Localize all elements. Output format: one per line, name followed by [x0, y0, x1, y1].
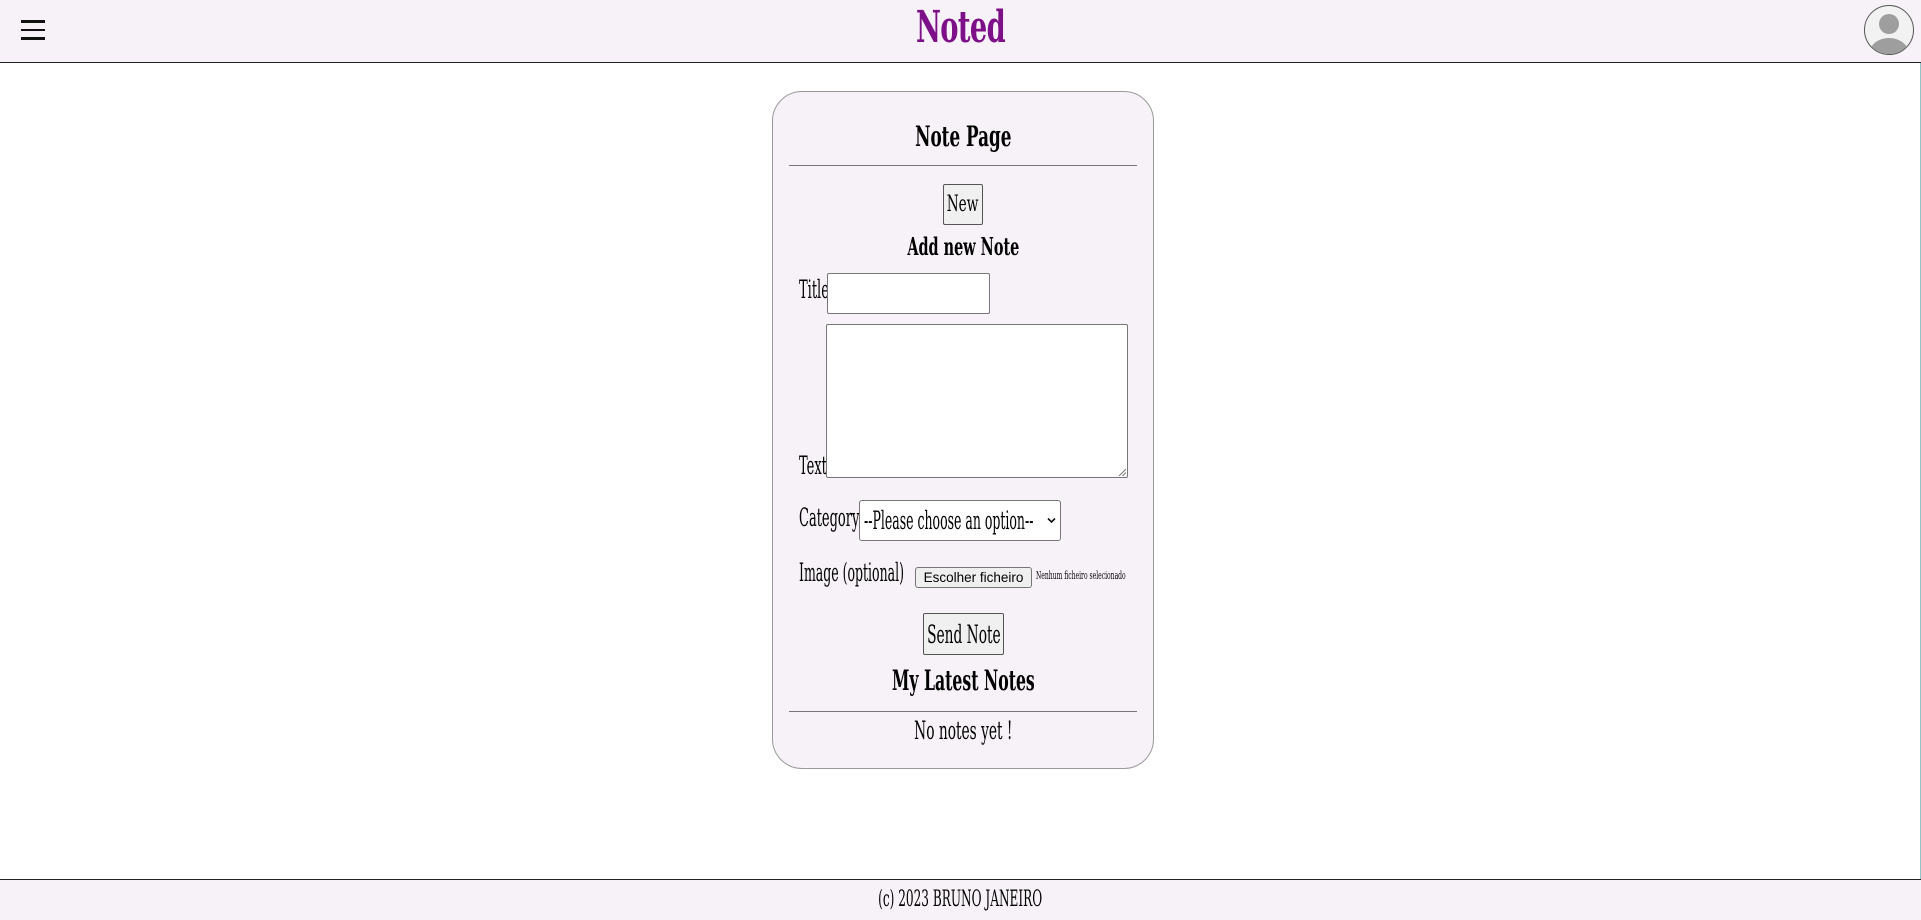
new-button-label: New [947, 192, 979, 217]
file-status-text: Nenhum ficheiro selecionado [1036, 569, 1126, 582]
send-button-label: Send Note [926, 619, 1001, 649]
image-label: Image (optional) [799, 558, 904, 587]
empty-notes-message: No notes yet ! [913, 716, 1013, 745]
title-input[interactable] [827, 273, 990, 314]
send-note-button[interactable]: Send Note [923, 613, 1004, 655]
latest-divider [789, 711, 1137, 712]
title-label: Title [799, 275, 829, 304]
category-selected-value: --Please choose an option-- [864, 506, 1034, 535]
footer: (c) 2023 BRUNO JANEIRO [0, 879, 1921, 920]
chevron-down-icon [1047, 517, 1056, 524]
app-title: Noted [915, 2, 1006, 53]
text-label: Text [799, 451, 827, 480]
note-card: Note Page New Add new Note Title Text Ca… [772, 91, 1154, 769]
text-textarea[interactable] [826, 324, 1128, 478]
page-title: Note Page [914, 120, 1012, 153]
latest-notes-heading: My Latest Notes [891, 664, 1035, 697]
choose-file-button[interactable]: Escolher ficheiro [915, 567, 1032, 588]
new-note-button[interactable]: New [943, 184, 983, 225]
resize-grip-icon[interactable] [1118, 468, 1126, 476]
title-divider [789, 165, 1137, 166]
add-note-heading: Add new Note [907, 232, 1019, 261]
copyright-text: (c) 2023 BRUNO JANEIRO [878, 887, 1043, 912]
user-avatar-icon[interactable] [1864, 5, 1914, 55]
category-select[interactable]: --Please choose an option-- [859, 500, 1061, 541]
hamburger-menu-icon[interactable] [21, 20, 45, 40]
category-label: Category [799, 503, 860, 532]
top-bar: Noted [0, 0, 1921, 63]
